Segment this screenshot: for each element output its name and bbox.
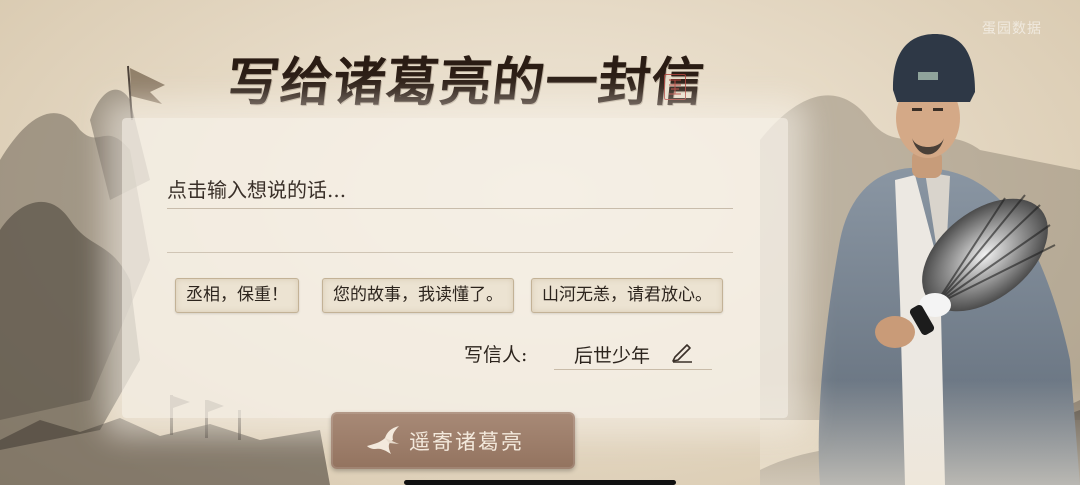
letter-paper [122, 118, 788, 418]
letter-input-second-line [167, 252, 733, 253]
suggestion-chip[interactable]: 您的故事，我读懂了。 [322, 278, 514, 313]
send-button-label: 遥寄诸葛亮 [409, 430, 524, 454]
crane-icon [367, 426, 399, 454]
suggestion-chip[interactable]: 丞相，保重！ [175, 278, 299, 313]
suggestion-chip[interactable]: 山河无恙，请君放心。 [531, 278, 723, 313]
sender-name-field[interactable]: 后世少年 [554, 335, 712, 370]
home-indicator [404, 480, 676, 485]
page-title: 写给诸葛亮的一封信 [224, 52, 708, 113]
watermark-text: 蛋园数据 [982, 21, 1042, 37]
sender-label: 写信人: [464, 344, 528, 366]
sender-name-value: 后世少年 [574, 345, 651, 367]
send-letter-button[interactable]: 遥寄诸葛亮 [331, 412, 575, 469]
letter-input[interactable]: 点击输入想说的话... [167, 176, 733, 209]
seal-icon [669, 79, 681, 95]
red-seal-stamp [664, 74, 686, 100]
pencil-icon[interactable] [670, 341, 694, 365]
letter-screen: 蛋园数据 写给诸葛亮的一封信 点击输入想说的话... 丞相，保重！ 您的故事，我… [0, 0, 1080, 485]
